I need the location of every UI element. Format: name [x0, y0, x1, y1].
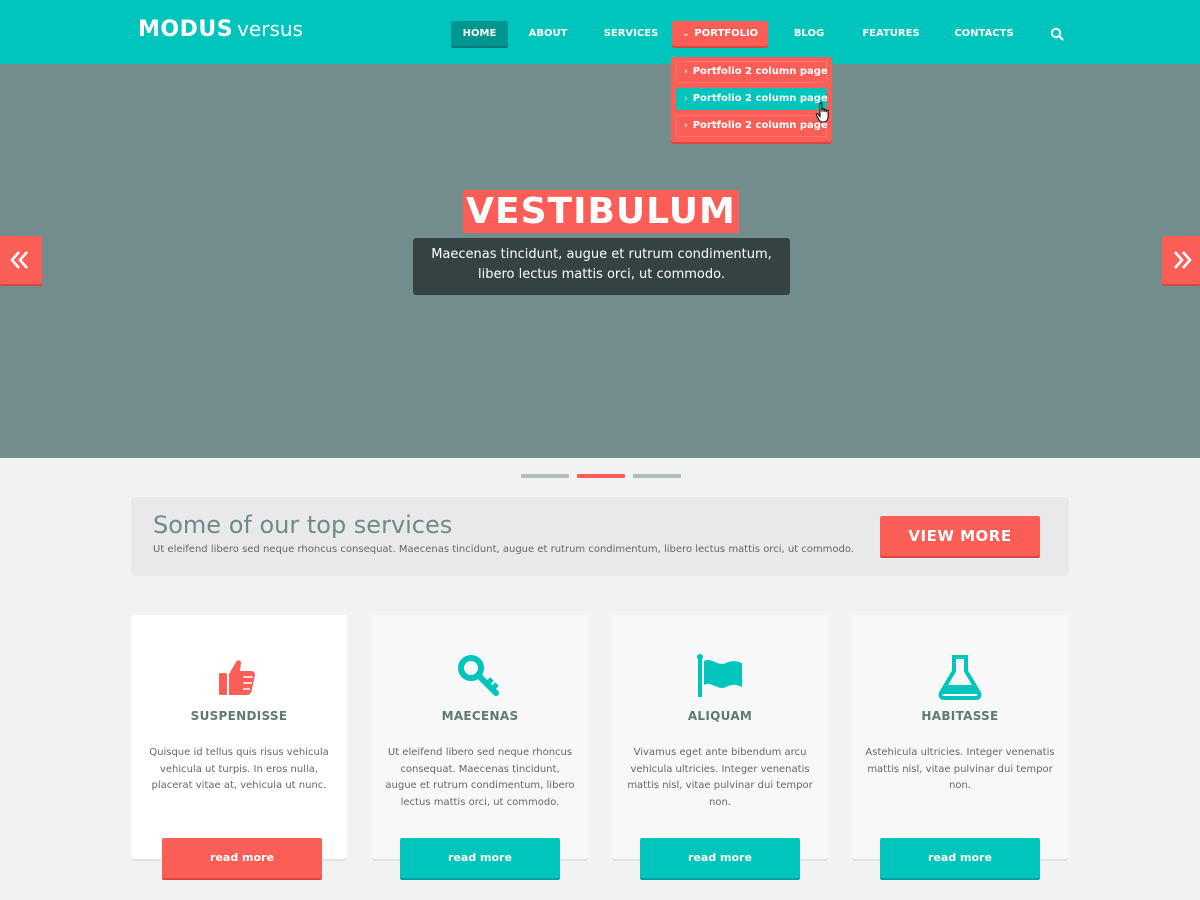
thumbs-up-icon — [219, 660, 255, 695]
card-title: SUSPENDISSE — [190, 709, 288, 723]
logo-light-text: versus — [237, 17, 303, 41]
slider-dot-1[interactable] — [521, 474, 569, 478]
service-card-aliquam: ALIQUAM Vivamus eget ante bibendum arcu … — [612, 615, 828, 859]
portfolio-dropdown-menu: › Portfolio 2 column page › Portfolio 2 co… — [671, 57, 832, 142]
service-card-maecenas: MAECENAS Ut eleifend libero sed neque rh… — [372, 615, 588, 859]
card-text: Vivamus eget ante bibendum arcu vehicula… — [627, 747, 813, 808]
read-more-button-maecenas[interactable]: read more — [400, 838, 560, 878]
nav-portfolio[interactable]: ⌄ PORTFOLIO — [672, 21, 768, 46]
site-header: MODUS versus HOME ABOUT SERVICES ⌄ PORTFOL… — [0, 0, 1200, 64]
dropdown-item-portfolio-2-column[interactable]: › Portfolio 2 column page — [676, 115, 828, 137]
dropdown-item-portfolio-2-column[interactable]: › Portfolio 2 column page — [676, 61, 828, 83]
services-banner: Some of our top services Ut eleifend lib… — [131, 497, 1069, 576]
logo-bold-text: MODUS — [138, 17, 234, 42]
nav-services-label: SERVICES — [603, 28, 659, 39]
card-title: ALIQUAM — [687, 709, 753, 723]
nav-blog-label: BLOG — [793, 28, 825, 39]
slider-next-button[interactable] — [1162, 236, 1200, 284]
service-card-habitasse: HABITASSE Astehicula ultricies. Integer … — [852, 615, 1068, 859]
nav-home[interactable]: HOME — [451, 21, 508, 46]
nav-services[interactable]: SERVICES — [600, 21, 662, 46]
hero-caption-line-2: libero lectus mattis orci, ut commodo. — [478, 267, 725, 282]
key-icon — [458, 655, 499, 696]
hero-caption: Maecenas tincidunt, augue et rutrum cond… — [413, 238, 790, 295]
double-chevron-right-icon — [1174, 251, 1192, 269]
hero-caption-line-1: Maecenas tincidunt, augue et rutrum cond… — [431, 247, 772, 262]
nav-portfolio-label: PORTFOLIO — [694, 28, 759, 39]
read-more-button-aliquam[interactable]: read more — [640, 838, 800, 878]
flask-icon — [938, 655, 982, 700]
card-text: Ut eleifend libero sed neque rhoncus con… — [385, 747, 575, 808]
nav-about[interactable]: ABOUT — [520, 21, 576, 46]
banner-text: Ut eleifend libero sed neque rhoncus con… — [153, 544, 854, 555]
dropdown-item-label: Portfolio 2 column page — [692, 66, 828, 77]
chevron-down-icon: ⌄ — [681, 29, 690, 39]
site-logo[interactable]: MODUS versus — [138, 17, 303, 42]
chevron-right-icon: › — [684, 121, 688, 131]
nav-features[interactable]: FEATURES — [858, 21, 924, 46]
nav-contacts[interactable]: CONTACTS — [950, 21, 1018, 46]
hero-title: VESTIBULUM — [463, 190, 739, 233]
nav-about-label: ABOUT — [528, 28, 568, 39]
view-more-button[interactable]: VIEW MORE — [880, 516, 1040, 556]
flag-icon — [697, 654, 742, 697]
nav-contacts-label: CONTACTS — [954, 28, 1014, 39]
card-title: HABITASSE — [921, 709, 999, 723]
double-chevron-left-icon — [10, 251, 28, 269]
dropdown-item-label: Portfolio 2 column page — [692, 120, 828, 131]
nav-home-label: HOME — [462, 28, 497, 39]
card-text: Quisque id tellus quis risus vehicula ve… — [149, 747, 329, 791]
chevron-right-icon: › — [684, 67, 688, 77]
slider-dot-2-active[interactable] — [577, 474, 625, 478]
service-card-suspendisse: SUSPENDISSE Quisque id tellus quis risus… — [131, 615, 347, 859]
read-more-button-habitasse[interactable]: read more — [880, 838, 1040, 878]
search-icon[interactable] — [1050, 27, 1064, 41]
slider-prev-button[interactable] — [0, 236, 42, 284]
banner-title: Some of our top services — [153, 511, 453, 539]
hand-pointer-cursor-icon — [815, 102, 829, 123]
chevron-right-icon: › — [684, 94, 688, 104]
dropdown-item-label: Portfolio 2 column page — [692, 93, 828, 104]
dropdown-item-portfolio-2-column-hovered[interactable]: › Portfolio 2 column page — [676, 88, 828, 110]
read-more-button-suspendisse[interactable]: read more — [162, 838, 322, 878]
nav-blog[interactable]: BLOG — [786, 21, 832, 46]
card-title: MAECENAS — [441, 709, 519, 723]
nav-features-label: FEATURES — [862, 28, 920, 39]
slider-dot-3[interactable] — [633, 474, 681, 478]
card-text: Astehicula ultricies. Integer venenatis … — [865, 747, 1055, 791]
